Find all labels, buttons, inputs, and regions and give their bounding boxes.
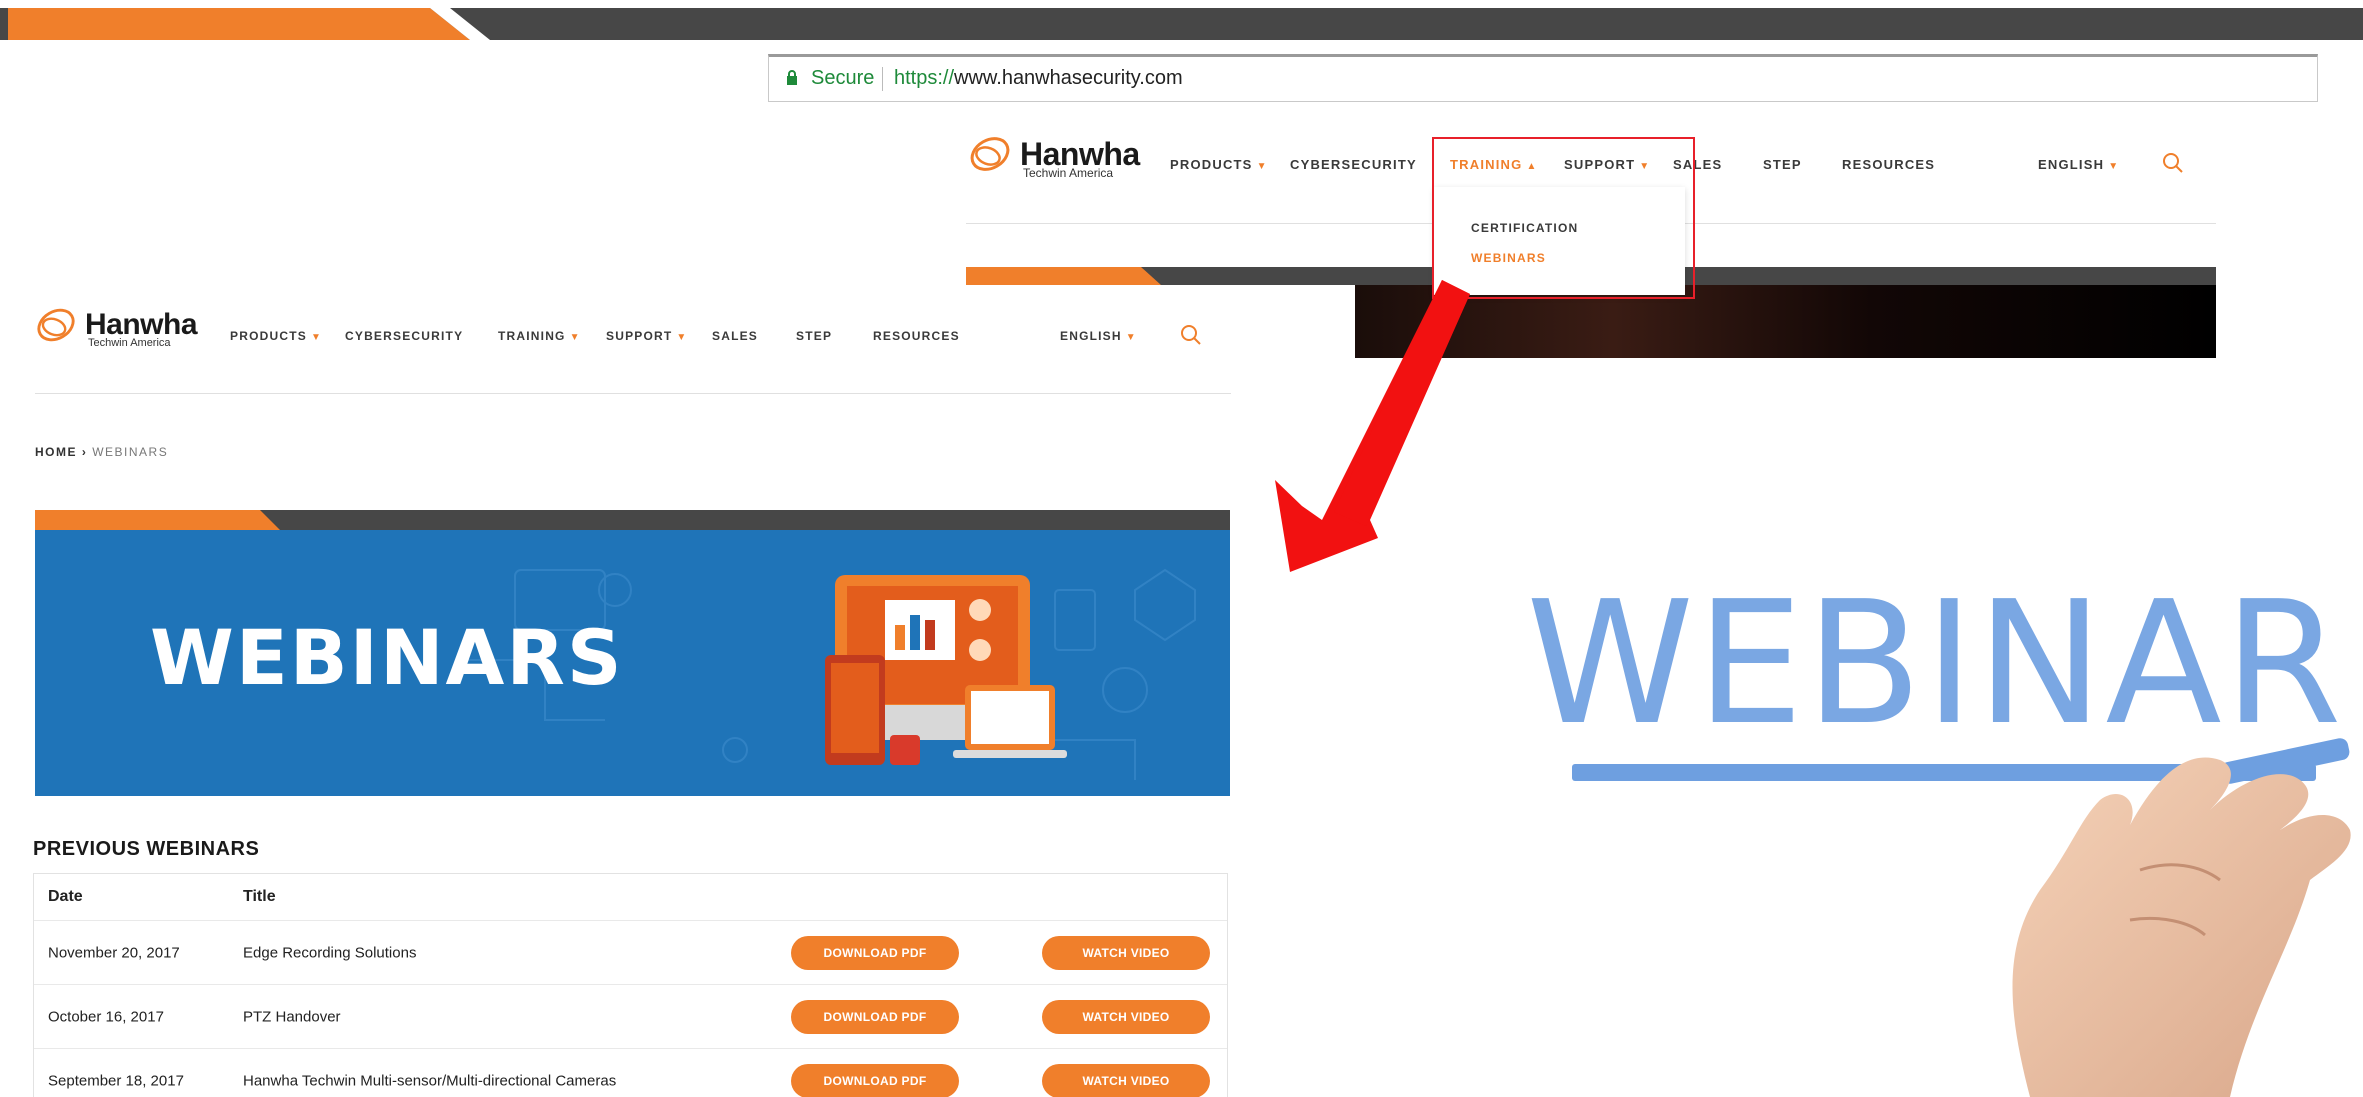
hero-title: WEBINARS bbox=[150, 613, 624, 702]
watch-video-button[interactable]: WATCH VIDEO bbox=[1042, 999, 1210, 1034]
table-row: September 18, 2017 Hanwha Techwin Multi-… bbox=[34, 1048, 1227, 1097]
nav-resources[interactable]: RESOURCES bbox=[1842, 157, 1935, 172]
nav-products[interactable]: PRODUCTS ▼ bbox=[230, 329, 322, 343]
table-row: November 20, 2017 Edge Recording Solutio… bbox=[34, 920, 1227, 984]
header-divider bbox=[35, 393, 1231, 394]
slide-header-bar bbox=[0, 8, 2363, 40]
hanwha-logo-icon[interactable] bbox=[966, 130, 1014, 178]
hand-with-marker-icon bbox=[2012, 738, 2351, 1097]
header-date: Date bbox=[48, 888, 83, 905]
nav-training[interactable]: TRAINING ▼ bbox=[498, 329, 581, 343]
watch-video-button[interactable]: WATCH VIDEO bbox=[1042, 1063, 1210, 1097]
caret-down-icon: ▼ bbox=[310, 332, 323, 343]
nav-step[interactable]: STEP bbox=[796, 329, 832, 343]
breadcrumb-separator: › bbox=[81, 445, 88, 459]
nav-cybersecurity[interactable]: CYBERSECURITY bbox=[345, 329, 463, 343]
url-scheme: https:// bbox=[894, 67, 955, 89]
red-arrow-icon bbox=[1275, 280, 1470, 572]
row-date: November 20, 2017 bbox=[48, 944, 180, 961]
url-host: www.hanwhasecurity.com bbox=[954, 67, 1183, 89]
caret-down-icon: ▼ bbox=[2108, 161, 2120, 172]
nav-cybersecurity[interactable]: CYBERSECURITY bbox=[1290, 157, 1417, 172]
webinars-table: Date Title November 20, 2017 Edge Record… bbox=[33, 873, 1228, 1097]
table-header-row: Date Title bbox=[34, 874, 1227, 920]
breadcrumb: HOME › WEBINARS bbox=[35, 445, 168, 459]
section-title: PREVIOUS WEBINARS bbox=[33, 838, 260, 860]
highlight-box bbox=[1432, 137, 1695, 299]
row-title: Edge Recording Solutions bbox=[243, 944, 417, 961]
caret-down-icon: ▼ bbox=[1256, 161, 1268, 172]
search-icon[interactable] bbox=[1180, 324, 1202, 346]
nav-sales[interactable]: SALES bbox=[712, 329, 758, 343]
logo-subtitle: Techwin America bbox=[88, 337, 171, 349]
address-divider bbox=[882, 67, 883, 91]
row-date: October 16, 2017 bbox=[48, 1008, 164, 1025]
logo-subtitle: Techwin America bbox=[1023, 166, 1114, 180]
row-date: September 18, 2017 bbox=[48, 1072, 184, 1089]
download-pdf-button[interactable]: DOWNLOAD PDF bbox=[791, 935, 959, 970]
watch-video-button[interactable]: WATCH VIDEO bbox=[1042, 935, 1210, 970]
nav-resources[interactable]: RESOURCES bbox=[873, 329, 960, 343]
row-title: PTZ Handover bbox=[243, 1008, 341, 1025]
nav-support[interactable]: SUPPORT ▼ bbox=[606, 329, 688, 343]
breadcrumb-home[interactable]: HOME bbox=[35, 445, 77, 459]
nav-step[interactable]: STEP bbox=[1763, 157, 1802, 172]
caret-down-icon: ▼ bbox=[1125, 332, 1137, 343]
secure-label: Secure bbox=[811, 67, 875, 89]
download-pdf-button[interactable]: DOWNLOAD PDF bbox=[791, 999, 959, 1034]
table-row: October 16, 2017 PTZ Handover DOWNLOAD P… bbox=[34, 984, 1227, 1048]
language-select[interactable]: ENGLISH ▼ bbox=[1060, 329, 1137, 343]
url-text[interactable]: https://www.hanwhasecurity.com bbox=[894, 67, 1183, 90]
nav-products[interactable]: PRODUCTS ▼ bbox=[1170, 157, 1268, 172]
lock-icon bbox=[787, 70, 797, 85]
hanwha-logo-icon[interactable] bbox=[33, 302, 79, 348]
caret-down-icon: ▼ bbox=[569, 332, 581, 343]
row-title: Hanwha Techwin Multi-sensor/Multi-direct… bbox=[243, 1072, 617, 1089]
browser-address-bar[interactable]: Secure https://www.hanwhasecurity.com bbox=[768, 54, 2318, 102]
language-select[interactable]: ENGLISH ▼ bbox=[2038, 157, 2119, 172]
search-icon[interactable] bbox=[2162, 152, 2184, 174]
breadcrumb-current: WEBINARS bbox=[92, 445, 169, 459]
download-pdf-button[interactable]: DOWNLOAD PDF bbox=[791, 1063, 959, 1097]
header-title: Title bbox=[243, 888, 276, 905]
caret-down-icon: ▼ bbox=[676, 332, 688, 343]
